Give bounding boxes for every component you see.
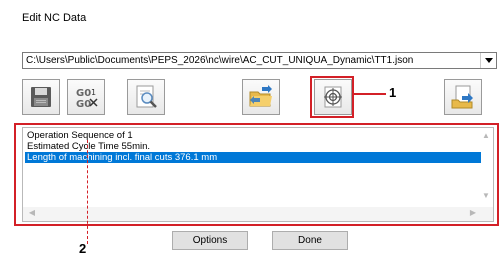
export-document-icon <box>451 85 473 109</box>
output-list[interactable]: Operation Sequence of 1 Estimated Cycle … <box>22 127 494 222</box>
folder-transfer-button[interactable] <box>242 79 280 115</box>
file-path-value: C:\Users\Public\Documents\PEPS_2026\nc\w… <box>26 55 414 66</box>
callout-1-label: 1 <box>389 85 397 100</box>
scroll-left-icon[interactable]: ◀ <box>28 209 36 217</box>
target-button-highlight <box>310 76 354 118</box>
folder-transfer-icon <box>249 85 272 107</box>
search-document-icon <box>136 85 157 108</box>
edit-nc-data-dialog: Edit NC Data C:\Users\Public\Documents\P… <box>0 0 501 256</box>
export-button[interactable] <box>444 79 482 115</box>
horizontal-scrollbar[interactable] <box>23 207 493 221</box>
callout-1-line <box>354 93 386 95</box>
list-item[interactable]: Operation Sequence of 1 <box>25 130 135 141</box>
dialog-title: Edit NC Data <box>22 12 87 24</box>
scroll-up-icon[interactable]: ▲ <box>482 132 490 140</box>
file-path-dropdown[interactable]: C:\Users\Public\Documents\PEPS_2026\nc\w… <box>22 52 497 69</box>
goto-button[interactable]: G0 1 G0 <box>67 79 105 115</box>
scroll-down-icon[interactable]: ▼ <box>482 192 490 200</box>
callout-2-line <box>87 140 89 244</box>
save-icon <box>31 87 51 107</box>
chevron-down-icon[interactable] <box>480 53 496 68</box>
done-button[interactable]: Done <box>272 231 348 250</box>
scroll-right-icon[interactable]: ▶ <box>469 209 477 217</box>
svg-text:G0: G0 <box>76 88 91 99</box>
save-button[interactable] <box>22 79 60 115</box>
svg-text:1: 1 <box>91 88 96 97</box>
list-item-selected[interactable]: Length of machining incl. final cuts 376… <box>25 152 481 163</box>
goto-line-icon: G0 1 G0 <box>76 88 98 110</box>
callout-2-label: 2 <box>79 241 87 256</box>
svg-text:G0: G0 <box>76 99 91 110</box>
search-button[interactable] <box>127 79 165 115</box>
options-button[interactable]: Options <box>172 231 248 250</box>
